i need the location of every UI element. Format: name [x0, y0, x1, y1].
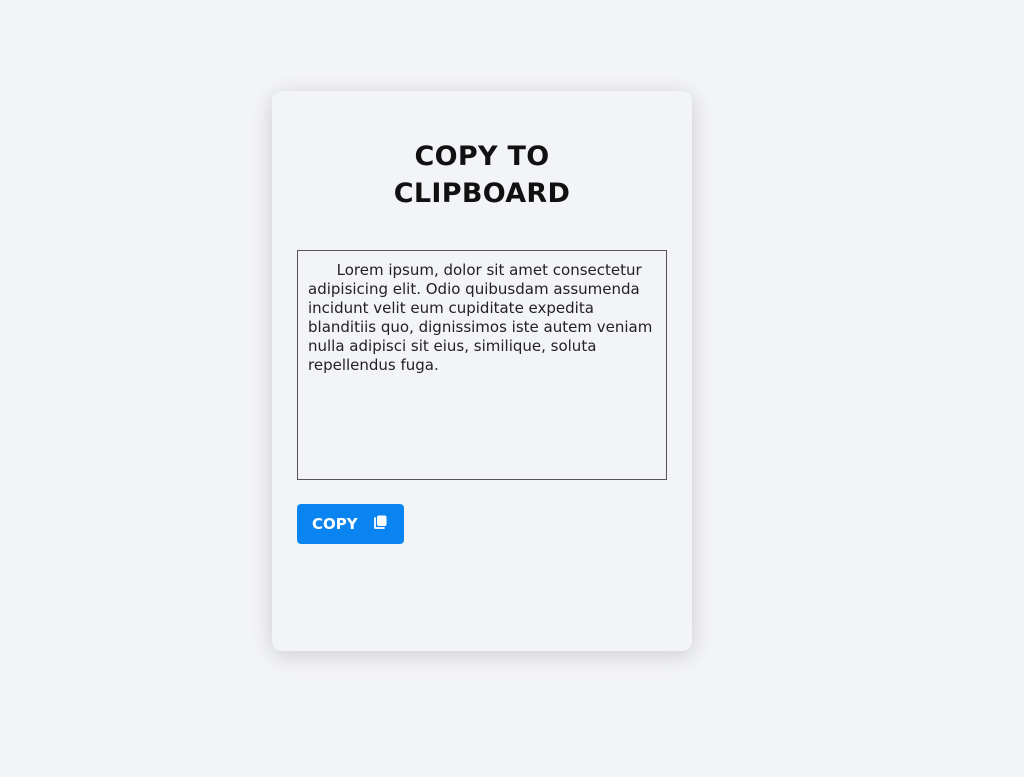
page-title: COPY TO CLIPBOARD [272, 138, 692, 212]
copy-icon [372, 514, 388, 530]
title-line-2: CLIPBOARD [393, 178, 571, 209]
copy-button[interactable]: COPY [297, 504, 404, 544]
text-to-copy-area[interactable]: Lorem ipsum, dolor sit amet consectetur … [297, 250, 667, 480]
clipboard-card: COPY TO CLIPBOARD Lorem ipsum, dolor sit… [272, 91, 692, 651]
copy-button-label: COPY [312, 515, 358, 533]
title-line-1: COPY TO [414, 141, 550, 172]
